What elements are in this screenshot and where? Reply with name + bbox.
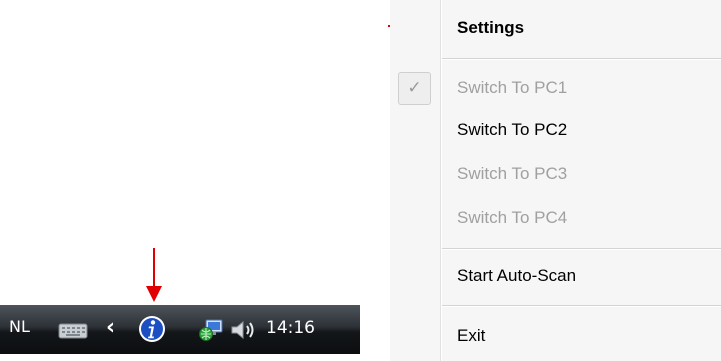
speaker-icon[interactable] — [229, 318, 259, 342]
show-hidden-icons-chevron[interactable]: ‹ — [106, 316, 115, 340]
info-icon[interactable] — [137, 314, 167, 344]
checkmark-icon: ✓ — [398, 72, 431, 105]
annotation-arrow-down — [146, 248, 162, 302]
menu-item-switch-pc4: Switch To PC4 — [457, 208, 568, 227]
menu-separator — [442, 248, 721, 250]
network-icon[interactable] — [198, 318, 224, 342]
menu-item-exit[interactable]: Exit — [457, 326, 485, 346]
menu-item-settings[interactable]: Settings — [457, 18, 524, 38]
system-clock[interactable]: 14:16 — [266, 318, 315, 338]
menu-separator — [442, 305, 721, 307]
menu-separator — [442, 58, 721, 60]
taskbar: NL ‹ 14:16 — [0, 305, 360, 354]
menu-item-switch-pc3: Switch To PC3 — [457, 164, 568, 183]
language-indicator[interactable]: NL — [9, 317, 30, 336]
menu-item-switch-pc2[interactable]: Switch To PC2 — [457, 120, 567, 140]
tray-context-menu: Settings ✓ Switch To PC1 Switch To PC2 S… — [390, 0, 721, 361]
keyboard-icon[interactable] — [58, 320, 88, 340]
menu-item-start-auto-scan[interactable]: Start Auto-Scan — [457, 266, 576, 286]
menu-item-switch-pc1: Switch To PC1 — [457, 78, 568, 97]
